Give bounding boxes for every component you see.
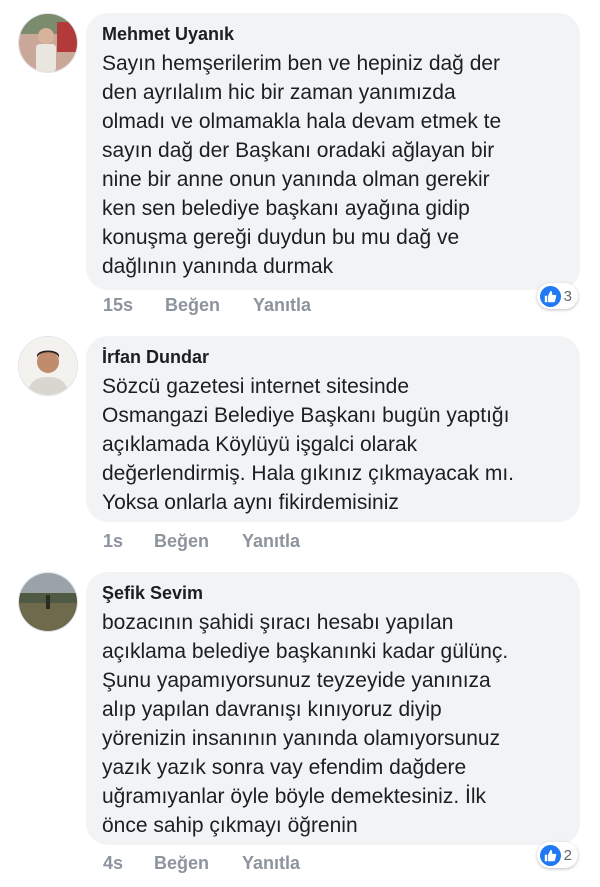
timestamp[interactable]: 15s (103, 295, 165, 316)
comment-actions: 15s Beğen Yanıtla (103, 295, 311, 316)
avatar[interactable] (18, 336, 78, 396)
reaction-count-label: 2 (563, 846, 572, 864)
author-name[interactable]: İrfan Dundar (102, 346, 564, 368)
timestamp[interactable]: 4s (103, 853, 154, 874)
reaction-count[interactable]: 2 (536, 842, 578, 868)
like-button[interactable]: Beğen (154, 853, 242, 874)
comment-actions: 4s Beğen Yanıtla (103, 853, 300, 874)
comment-bubble: İrfan Dundar Sözcü gazetesi internet sit… (86, 336, 580, 522)
avatar[interactable] (18, 572, 78, 632)
timestamp[interactable]: 1s (103, 531, 154, 552)
comment-bubble: Mehmet Uyanık Sayın hemşerilerim ben ve … (86, 13, 580, 290)
comment-bubble: Şefik Sevim bozacının şahidi şıracı hesa… (86, 572, 580, 845)
author-name[interactable]: Mehmet Uyanık (102, 23, 564, 45)
avatar[interactable] (18, 13, 78, 73)
comment-text: bozacının şahidi şıracı hesabı yapılan a… (102, 611, 509, 837)
thumbs-up-icon (539, 844, 561, 866)
comment-text: Sözcü gazetesi internet sitesinde Osmang… (102, 375, 514, 514)
like-button[interactable]: Beğen (165, 295, 253, 316)
like-button[interactable]: Beğen (154, 531, 242, 552)
reaction-count-label: 3 (563, 287, 572, 305)
reply-button[interactable]: Yanıtla (242, 853, 300, 874)
thumbs-up-icon (539, 285, 561, 307)
reply-button[interactable]: Yanıtla (242, 531, 300, 552)
comment-text: Sayın hemşerilerim ben ve hepiniz dağ de… (102, 52, 502, 278)
reaction-count[interactable]: 3 (536, 283, 578, 309)
comment-actions: 1s Beğen Yanıtla (103, 531, 300, 552)
reply-button[interactable]: Yanıtla (253, 295, 311, 316)
author-name[interactable]: Şefik Sevim (102, 582, 564, 604)
